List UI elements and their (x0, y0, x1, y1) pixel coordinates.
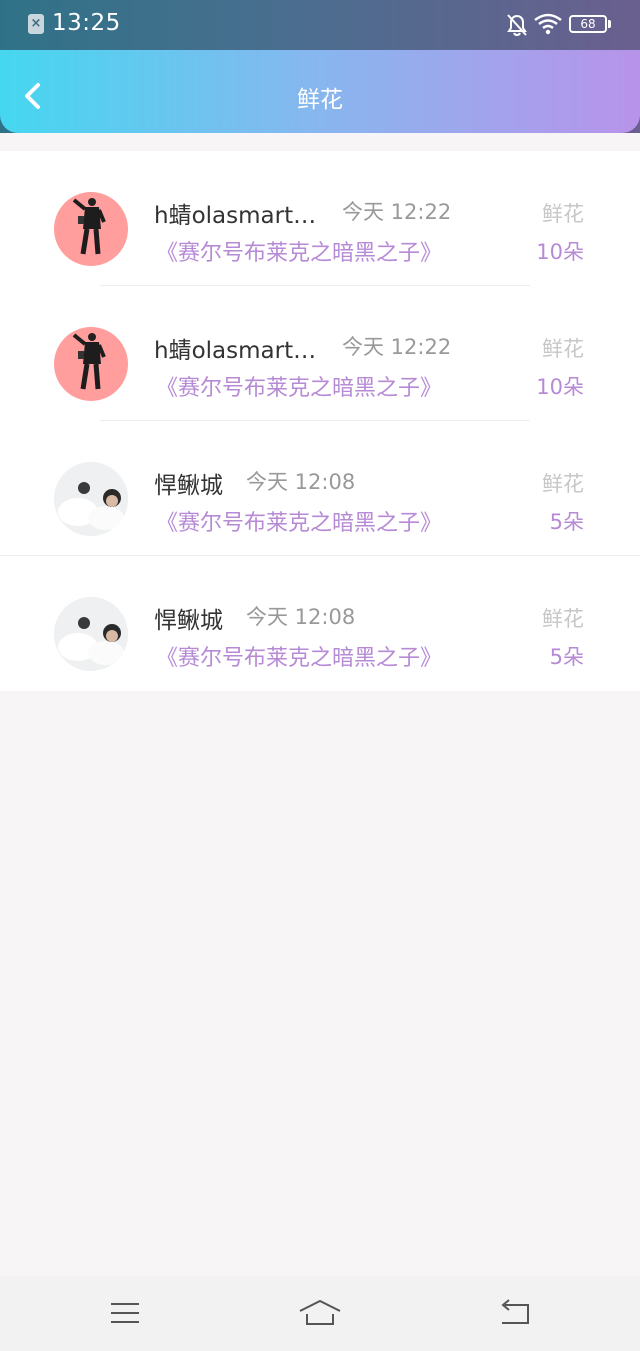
battery-cap (608, 20, 611, 28)
book-title-link[interactable]: 《赛尔号布莱克之暗黑之子》 (156, 505, 442, 537)
user-name: 悍鳅城 (154, 608, 223, 634)
home-icon[interactable] (298, 1298, 342, 1328)
flower-count: 5朵 (549, 645, 584, 669)
wifi-icon (534, 13, 562, 35)
gift-type-label: 鲜花 (542, 202, 584, 226)
avatar-figure-icon (72, 333, 106, 390)
user-name: h蜻olasmart… (154, 338, 317, 364)
menu-icon[interactable] (107, 1298, 143, 1328)
gift-type-label: 鲜花 (542, 337, 584, 361)
avatar[interactable] (54, 327, 128, 401)
avatar[interactable] (54, 597, 128, 671)
status-time: 13:25 (52, 10, 121, 36)
flower-gift-list: h蜻olasmart… 今天 12:22 《赛尔号布莱克之暗黑之子》 鲜花 10… (0, 151, 640, 691)
list-item[interactable]: h蜻olasmart… 今天 12:22 《赛尔号布莱克之暗黑之子》 鲜花 10… (0, 286, 640, 421)
timestamp: 今天 12:08 (246, 605, 356, 629)
avatar[interactable] (54, 192, 128, 266)
gift-type-label: 鲜花 (542, 607, 584, 631)
timestamp: 今天 12:22 (342, 200, 452, 224)
user-name: 悍鳅城 (154, 473, 223, 499)
flower-count: 10朵 (536, 240, 584, 264)
avatar-photo-icon (54, 597, 128, 671)
list-item[interactable]: 悍鳅城 今天 12:08 《赛尔号布莱克之暗黑之子》 鲜花 5朵 (0, 556, 640, 691)
list-item[interactable]: 悍鳅城 今天 12:08 《赛尔号布莱克之暗黑之子》 鲜花 5朵 (0, 421, 640, 556)
system-navigation-bar (0, 1276, 640, 1351)
user-name: h蜻olasmart… (154, 203, 317, 229)
avatar-figure-icon (72, 198, 106, 255)
avatar[interactable] (54, 462, 128, 536)
flower-count: 10朵 (536, 375, 584, 399)
list-item[interactable]: h蜻olasmart… 今天 12:22 《赛尔号布莱克之暗黑之子》 鲜花 10… (0, 151, 640, 286)
book-title-link[interactable]: 《赛尔号布莱克之暗黑之子》 (156, 235, 442, 267)
battery-icon: 68 (569, 15, 607, 33)
timestamp: 今天 12:08 (246, 470, 356, 494)
gift-type-label: 鲜花 (542, 472, 584, 496)
book-title-link[interactable]: 《赛尔号布莱克之暗黑之子》 (156, 370, 442, 402)
back-icon[interactable] (497, 1298, 533, 1328)
flower-count: 5朵 (549, 510, 584, 534)
status-bar: × 13:25 68 (0, 0, 640, 50)
avatar-photo-icon (54, 462, 128, 536)
page-title: 鲜花 (297, 87, 343, 113)
mute-bell-icon (507, 14, 527, 37)
book-title-link[interactable]: 《赛尔号布莱克之暗黑之子》 (156, 640, 442, 672)
sim-card-icon: × (28, 14, 44, 34)
timestamp: 今天 12:22 (342, 335, 452, 359)
